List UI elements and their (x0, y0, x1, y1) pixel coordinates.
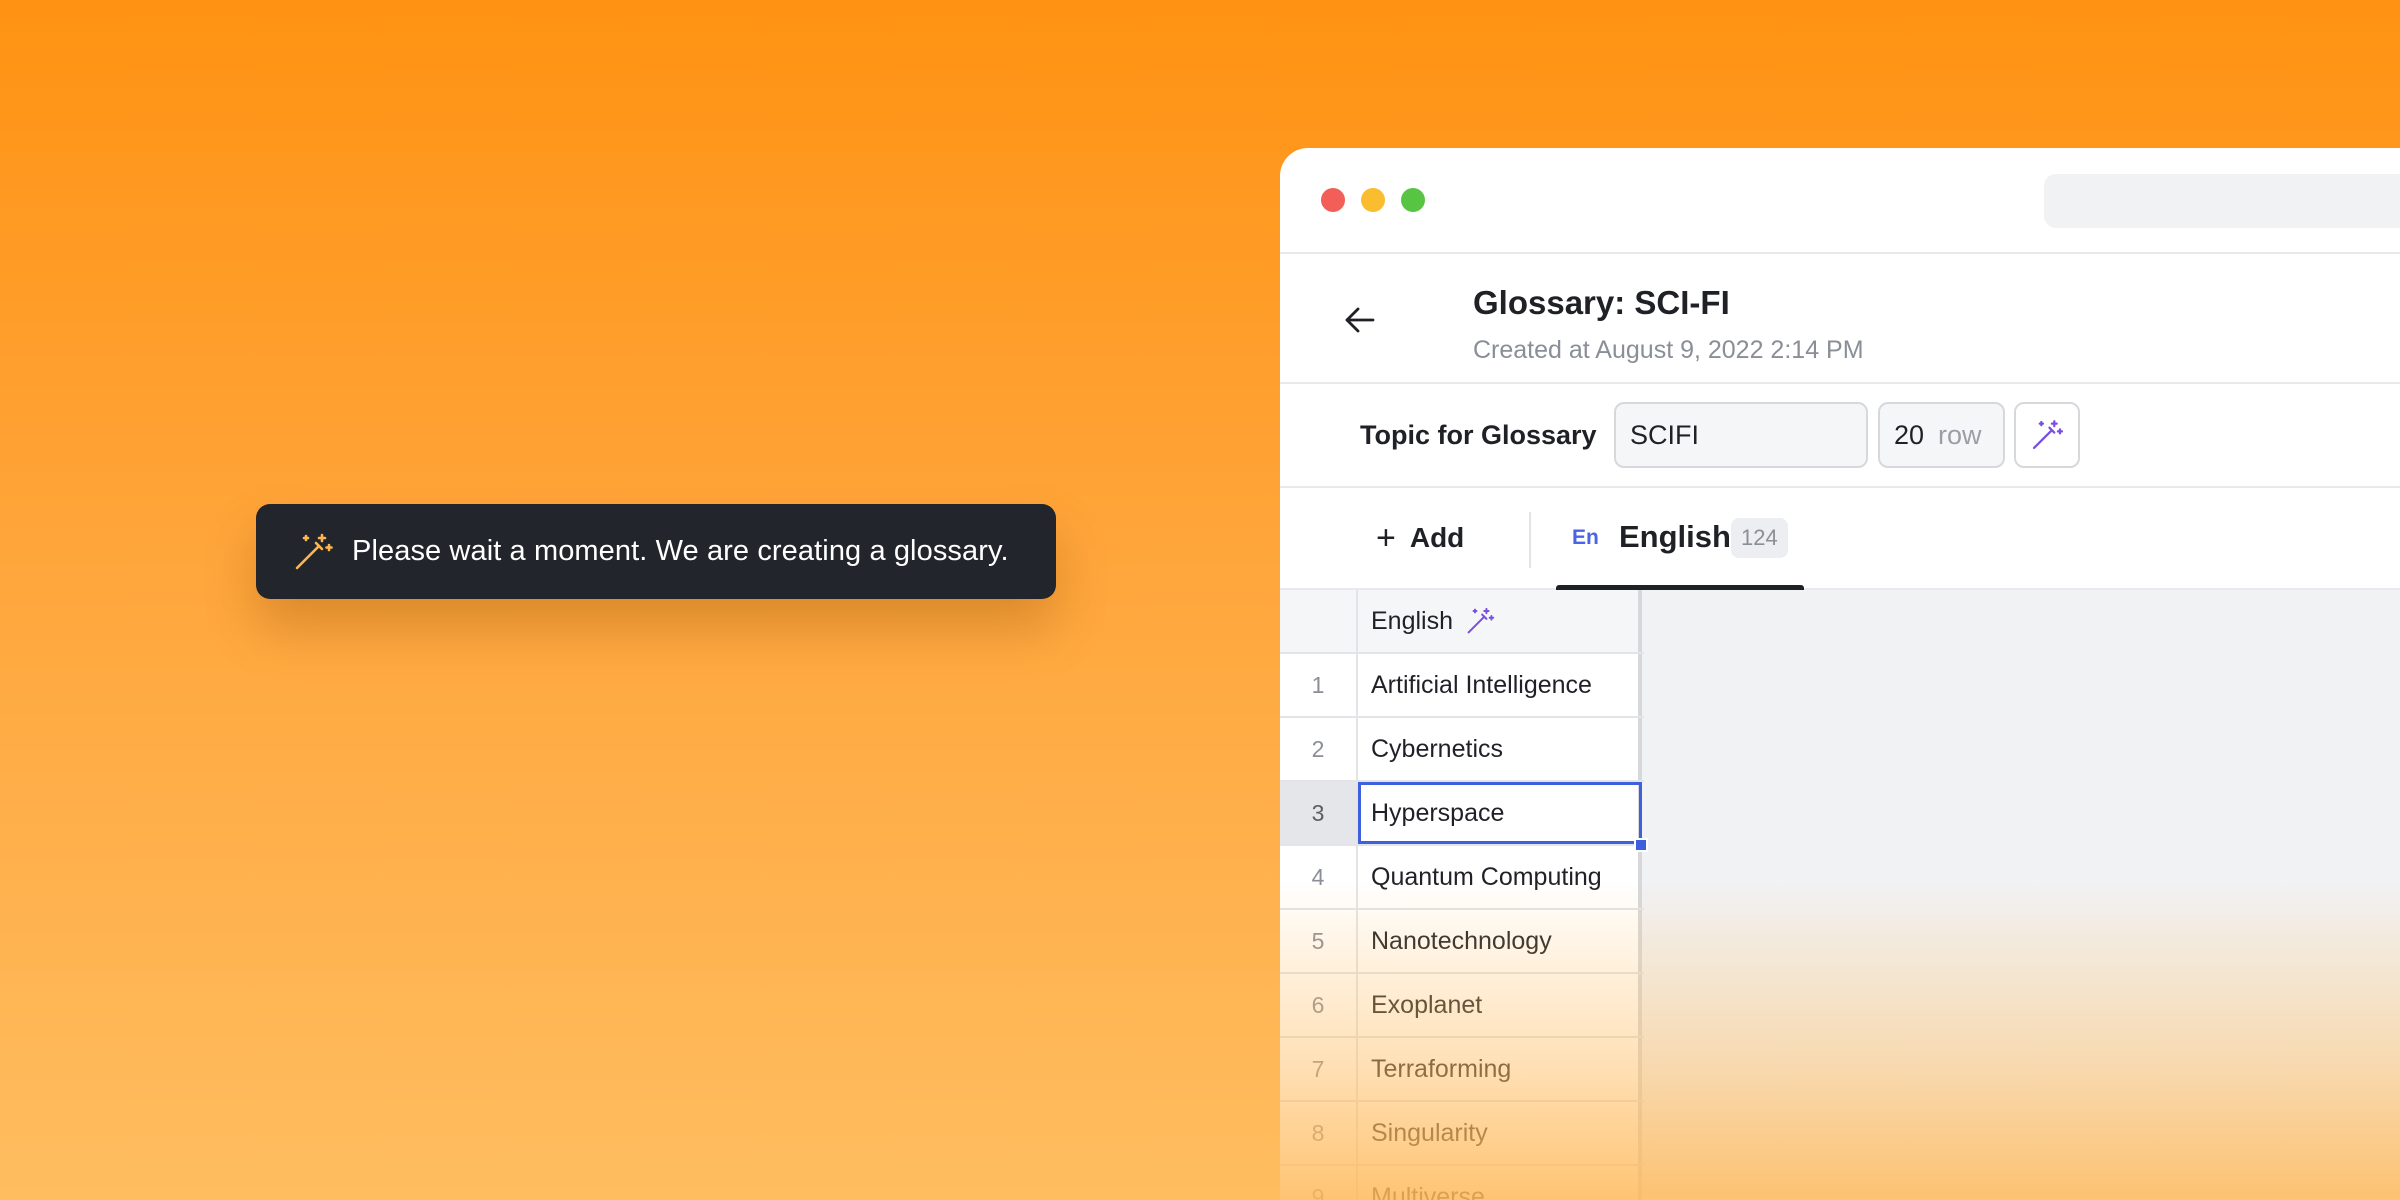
magic-wand-icon (2032, 420, 2064, 450)
row-index: 1 (1280, 654, 1358, 716)
tab-divider (1529, 512, 1531, 568)
table-row: 4 Quantum Computing (1280, 846, 1644, 910)
minimize-window-button[interactable] (1361, 188, 1385, 212)
row-index: 3 (1280, 782, 1358, 844)
page-title: Glossary: SCI-FI (1473, 284, 1730, 321)
close-window-button[interactable] (1321, 188, 1345, 212)
row-index: 2 (1280, 718, 1358, 780)
row-index: 5 (1280, 910, 1358, 972)
column-header-english[interactable]: English (1358, 590, 1642, 652)
term-count-badge: 124 (1731, 518, 1788, 558)
progress-toast: Please wait a moment. We are creating a … (256, 504, 1056, 599)
tab-label: English (1619, 519, 1731, 554)
magic-wand-icon (295, 533, 333, 569)
term-cell[interactable]: Quantum Computing (1358, 846, 1642, 908)
table-row: 9 Multiverse (1280, 1166, 1644, 1200)
toast-message: Please wait a moment. We are creating a … (352, 535, 1009, 567)
term-cell[interactable]: Artificial Intelligence (1358, 654, 1642, 716)
add-label: Add (1409, 522, 1465, 553)
row-count-unit: row (1938, 419, 1982, 450)
table-row: 6 Exoplanet (1280, 974, 1644, 1038)
created-at-text: Created at August 9, 2022 2:14 PM (1473, 336, 1864, 364)
row-index: 6 (1280, 974, 1358, 1036)
row-index: 7 (1280, 1038, 1358, 1100)
add-language-button[interactable]: + Add (1376, 519, 1465, 557)
glossary-grid: English 1 Artificial Intelligence 2 Cybe… (1280, 590, 2400, 1200)
topic-input[interactable] (1614, 402, 1868, 468)
spreadsheet: English 1 Artificial Intelligence 2 Cybe… (1280, 590, 1648, 1200)
table-row: 2 Cybernetics (1280, 718, 1644, 782)
topic-toolbar: Topic for Glossary 20 row (1280, 384, 2400, 488)
header-row: English (1280, 590, 1644, 654)
term-cell[interactable]: Terraforming (1358, 1038, 1642, 1100)
page-header: Glossary: SCI-FI Created at August 9, 20… (1280, 254, 2400, 384)
term-cell[interactable]: Singularity (1358, 1102, 1642, 1164)
app-window: Glossary: SCI-FI Created at August 9, 20… (1280, 148, 2400, 1200)
magic-wand-icon[interactable] (1465, 606, 1495, 636)
term-cell-text: Hyperspace (1371, 798, 1505, 827)
topic-label: Topic for Glossary (1360, 420, 1597, 450)
term-cell[interactable]: Multiverse (1358, 1166, 1642, 1200)
table-row: 8 Singularity (1280, 1102, 1644, 1166)
row-index: 8 (1280, 1102, 1358, 1164)
generate-glossary-button[interactable] (2014, 402, 2080, 468)
plus-icon: + (1376, 519, 1396, 557)
fill-handle[interactable] (1634, 838, 1648, 852)
arrow-left-icon[interactable] (1340, 300, 1380, 340)
table-row-selected: 3 Hyperspace (1280, 782, 1648, 852)
row-index: 4 (1280, 846, 1358, 908)
column-header-label: English (1371, 606, 1453, 635)
table-row: 5 Nanotechnology (1280, 910, 1644, 974)
language-code-badge: En (1572, 526, 1599, 549)
table-row: 7 Terraforming (1280, 1038, 1644, 1102)
address-bar[interactable] (2044, 174, 2400, 228)
row-index-header (1280, 590, 1358, 652)
language-tabs: + Add En English 124 (1280, 488, 2400, 592)
table-row: 1 Artificial Intelligence (1280, 654, 1644, 718)
tab-english[interactable]: En English 124 (1556, 488, 1804, 592)
row-count-value: 20 (1894, 419, 1925, 450)
row-count-input[interactable]: 20 row (1878, 402, 2005, 468)
maximize-window-button[interactable] (1401, 188, 1425, 212)
title-bar (1280, 148, 2400, 254)
term-cell[interactable]: Cybernetics (1358, 718, 1642, 780)
term-cell[interactable]: Exoplanet (1358, 974, 1642, 1036)
term-cell[interactable]: Nanotechnology (1358, 910, 1642, 972)
term-cell-selected[interactable]: Hyperspace (1358, 782, 1648, 852)
row-index: 9 (1280, 1166, 1358, 1200)
